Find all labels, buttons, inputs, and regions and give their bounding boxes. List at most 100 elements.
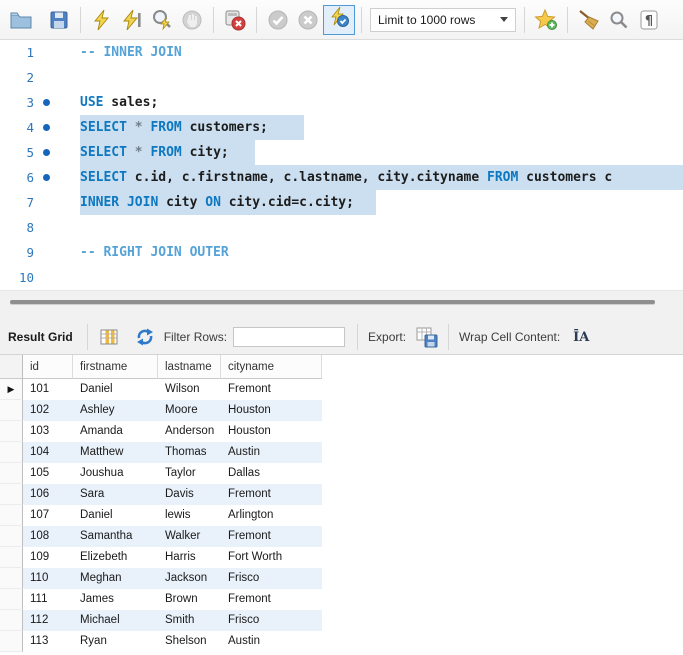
toggle-autocommit-button[interactable] xyxy=(323,5,355,35)
grid-view-button[interactable] xyxy=(94,322,124,352)
editor-line[interactable]: 4SELECT * FROM customers; xyxy=(0,115,683,140)
cell-id[interactable]: 111 xyxy=(23,589,73,610)
cell-firstname[interactable]: Amanda xyxy=(73,421,158,442)
cell-firstname[interactable]: Ryan xyxy=(73,631,158,652)
stop-on-error-button[interactable] xyxy=(220,5,250,35)
row-gutter[interactable] xyxy=(0,547,23,568)
cell-id[interactable]: 106 xyxy=(23,484,73,505)
row-gutter[interactable] xyxy=(0,526,23,547)
cell-cityname[interactable]: Fremont xyxy=(221,526,322,547)
editor-line[interactable]: 1-- INNER JOIN xyxy=(0,40,683,65)
cell-firstname[interactable]: Daniel xyxy=(73,505,158,526)
row-gutter[interactable] xyxy=(0,400,23,421)
export-recordset-button[interactable] xyxy=(412,322,442,352)
row-gutter[interactable] xyxy=(0,610,23,631)
cell-id[interactable]: 104 xyxy=(23,442,73,463)
scrollbar-thumb[interactable] xyxy=(10,300,655,304)
cell-id[interactable]: 113 xyxy=(23,631,73,652)
row-gutter[interactable] xyxy=(0,421,23,442)
cell-cityname[interactable]: Fort Worth xyxy=(221,547,322,568)
editor-line[interactable]: 3USE sales; xyxy=(0,90,683,115)
column-header-firstname[interactable]: firstname xyxy=(73,355,158,379)
cell-id[interactable]: 107 xyxy=(23,505,73,526)
cell-id[interactable]: 109 xyxy=(23,547,73,568)
table-row[interactable]: 105JoushuaTaylorDallas xyxy=(0,463,683,484)
commit-button[interactable] xyxy=(263,5,293,35)
show-invisibles-button[interactable]: ¶ xyxy=(634,5,664,35)
cell-cityname[interactable]: Austin xyxy=(221,442,322,463)
cell-firstname[interactable]: Matthew xyxy=(73,442,158,463)
stop-query-button[interactable] xyxy=(177,5,207,35)
table-row[interactable]: 111JamesBrownFremont xyxy=(0,589,683,610)
table-row[interactable]: 106SaraDavisFremont xyxy=(0,484,683,505)
editor-line[interactable]: 8 xyxy=(0,215,683,240)
cell-id[interactable]: 108 xyxy=(23,526,73,547)
editor-line[interactable]: 10 xyxy=(0,265,683,290)
cell-firstname[interactable]: Samantha xyxy=(73,526,158,547)
cell-cityname[interactable]: Houston xyxy=(221,400,322,421)
cell-cityname[interactable]: Fremont xyxy=(221,589,322,610)
cell-cityname[interactable]: Frisco xyxy=(221,610,322,631)
cell-cityname[interactable]: Frisco xyxy=(221,568,322,589)
cell-id[interactable]: 112 xyxy=(23,610,73,631)
wrap-cell-content-button[interactable]: ĪA xyxy=(566,322,596,352)
table-row[interactable]: 112MichaelSmithFrisco xyxy=(0,610,683,631)
cell-cityname[interactable]: Dallas xyxy=(221,463,322,484)
cell-firstname[interactable]: Michael xyxy=(73,610,158,631)
cell-lastname[interactable]: Harris xyxy=(158,547,221,568)
table-row[interactable]: ▶101DanielWilsonFremont xyxy=(0,379,683,400)
cell-firstname[interactable]: Meghan xyxy=(73,568,158,589)
cell-id[interactable]: 102 xyxy=(23,400,73,421)
editor-line[interactable]: 6SELECT c.id, c.firstname, c.lastname, c… xyxy=(0,165,683,190)
cell-lastname[interactable]: Brown xyxy=(158,589,221,610)
filter-rows-input[interactable] xyxy=(233,327,345,347)
cell-firstname[interactable]: Joushua xyxy=(73,463,158,484)
sql-editor[interactable]: 1-- INNER JOIN23USE sales;4SELECT * FROM… xyxy=(0,40,683,290)
row-gutter[interactable] xyxy=(0,442,23,463)
cell-lastname[interactable]: Thomas xyxy=(158,442,221,463)
row-gutter[interactable] xyxy=(0,589,23,610)
cell-cityname[interactable]: Fremont xyxy=(221,484,322,505)
cell-lastname[interactable]: lewis xyxy=(158,505,221,526)
table-row[interactable]: 113RyanShelsonAustin xyxy=(0,631,683,652)
cell-cityname[interactable]: Houston xyxy=(221,421,322,442)
table-row[interactable]: 102AshleyMooreHouston xyxy=(0,400,683,421)
cell-lastname[interactable]: Anderson xyxy=(158,421,221,442)
cell-lastname[interactable]: Moore xyxy=(158,400,221,421)
row-gutter[interactable]: ▶ xyxy=(0,379,23,400)
result-grid[interactable]: idfirstnamelastnamecityname▶101DanielWil… xyxy=(0,354,683,655)
column-header-lastname[interactable]: lastname xyxy=(158,355,221,379)
find-button[interactable] xyxy=(604,5,634,35)
cell-id[interactable]: 110 xyxy=(23,568,73,589)
editor-line[interactable]: 2 xyxy=(0,65,683,90)
editor-line[interactable]: 5SELECT * FROM city; xyxy=(0,140,683,165)
save-button[interactable] xyxy=(44,5,74,35)
cell-firstname[interactable]: James xyxy=(73,589,158,610)
cell-lastname[interactable]: Shelson xyxy=(158,631,221,652)
row-gutter[interactable] xyxy=(0,568,23,589)
cell-cityname[interactable]: Austin xyxy=(221,631,322,652)
cell-firstname[interactable]: Elizebeth xyxy=(73,547,158,568)
cell-id[interactable]: 105 xyxy=(23,463,73,484)
editor-line[interactable]: 9-- RIGHT JOIN OUTER xyxy=(0,240,683,265)
editor-horizontal-scrollbar[interactable] xyxy=(0,290,683,320)
table-row[interactable]: 110MeghanJacksonFrisco xyxy=(0,568,683,589)
table-row[interactable]: 104MatthewThomasAustin xyxy=(0,442,683,463)
limit-rows-dropdown[interactable]: Limit to 1000 rows xyxy=(370,8,516,32)
row-gutter[interactable] xyxy=(0,631,23,652)
cell-lastname[interactable]: Taylor xyxy=(158,463,221,484)
open-folder-button[interactable] xyxy=(6,5,36,35)
cell-lastname[interactable]: Walker xyxy=(158,526,221,547)
execute-current-statement-button[interactable] xyxy=(117,5,147,35)
column-header-cityname[interactable]: cityname xyxy=(221,355,322,379)
table-row[interactable]: 103AmandaAndersonHouston xyxy=(0,421,683,442)
cell-firstname[interactable]: Ashley xyxy=(73,400,158,421)
rollback-button[interactable] xyxy=(293,5,323,35)
add-snippet-button[interactable] xyxy=(531,5,561,35)
cell-id[interactable]: 101 xyxy=(23,379,73,400)
execute-button[interactable] xyxy=(87,5,117,35)
cell-id[interactable]: 103 xyxy=(23,421,73,442)
row-gutter[interactable] xyxy=(0,463,23,484)
cell-lastname[interactable]: Davis xyxy=(158,484,221,505)
cell-cityname[interactable]: Arlington xyxy=(221,505,322,526)
